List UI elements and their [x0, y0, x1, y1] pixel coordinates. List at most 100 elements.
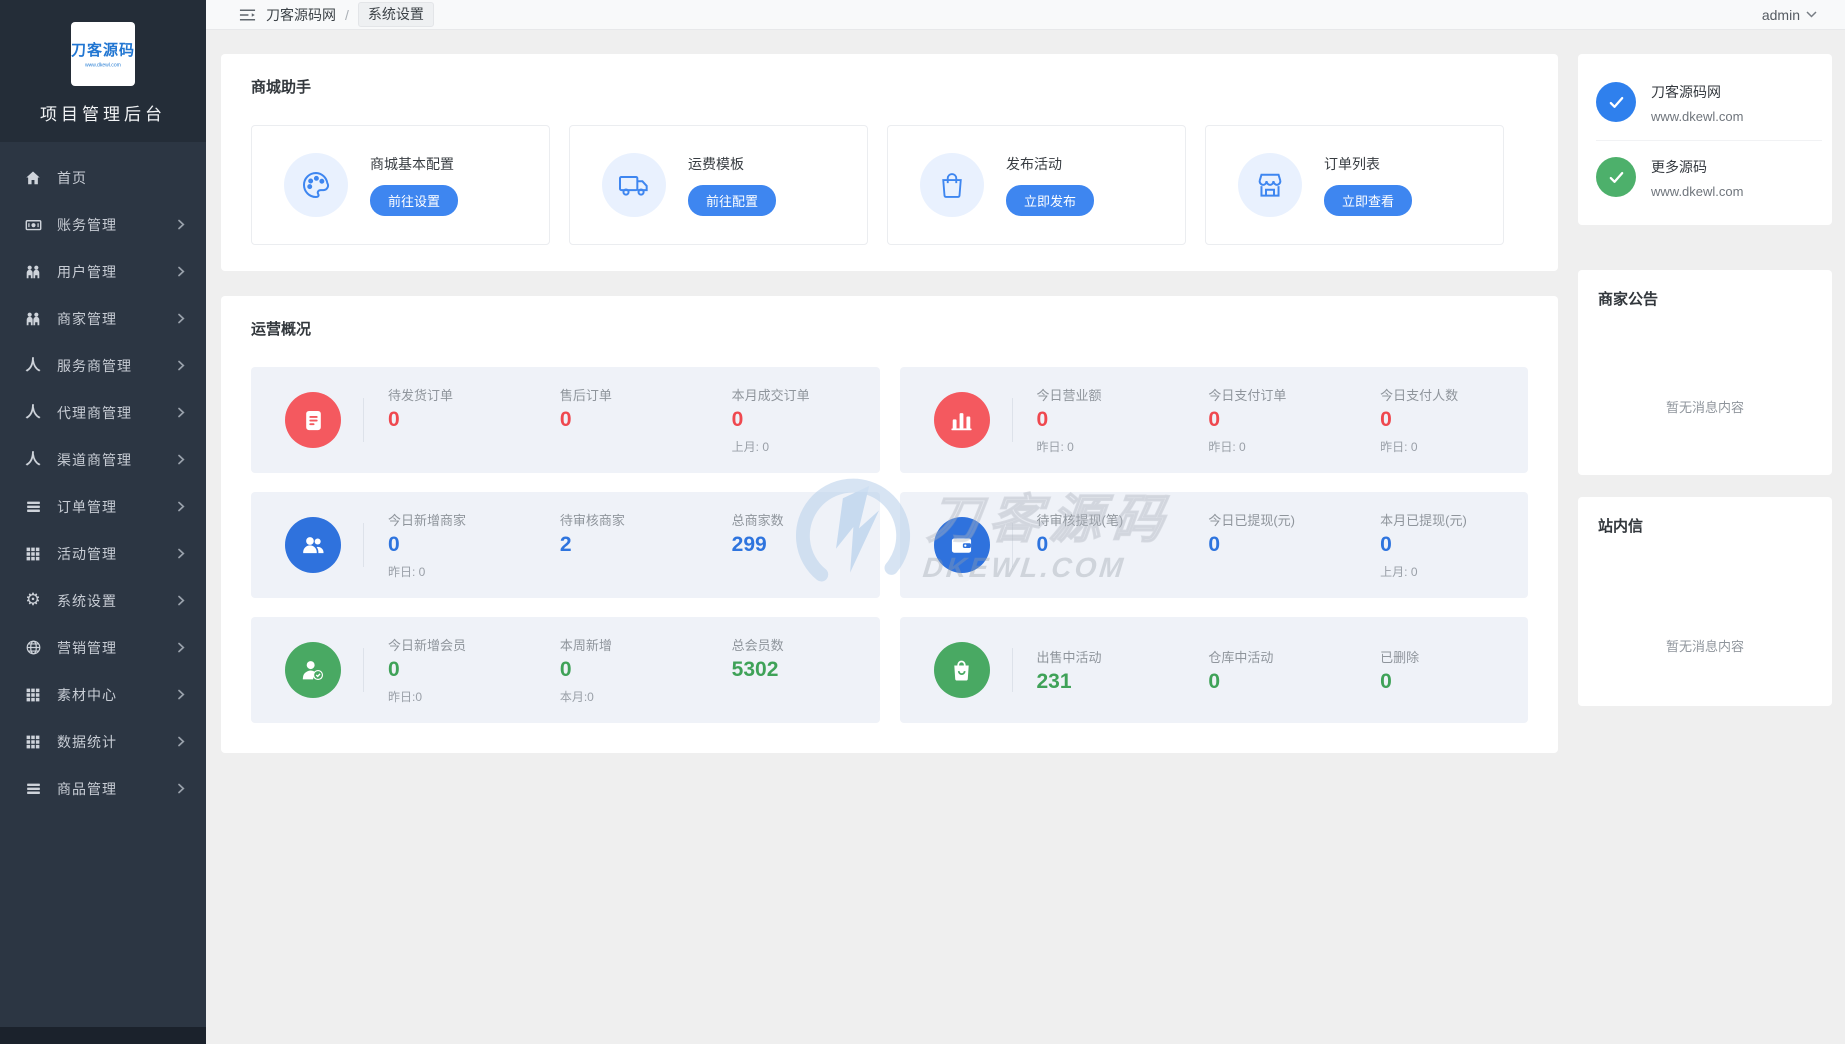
stat-activity-stats: 已删除 0 [1356, 647, 1528, 694]
stat-sub-label: 昨日: 0 [388, 565, 426, 579]
main-column: 商城助手 商城基本配置 前往设置 运费模板 前往配置 发布活动 立即发布 订单列… [221, 54, 1558, 1044]
helper-item-publish-activity: 发布活动 立即发布 [887, 125, 1186, 245]
sidebar-item-label: 订单管理 [57, 498, 117, 515]
sidebar-item-users[interactable]: 用户管理 [0, 248, 206, 295]
stat-value: 0 [388, 658, 400, 681]
doc-icon [285, 392, 341, 448]
collapse-menu-icon[interactable] [239, 8, 256, 22]
stat-value: 2 [559, 533, 572, 556]
quick-link-info: 刀客源码网 www.dkewl.com [1651, 82, 1743, 124]
stat-value: 0 [731, 408, 744, 431]
helper-button-shop-config[interactable]: 前往设置 [370, 185, 459, 216]
list-icon [22, 498, 44, 515]
stat-label: 本月已提现(元) [1380, 513, 1467, 528]
sidebar-item-system-settings[interactable]: ⚙ 系统设置 [0, 577, 206, 624]
stat-merchant-stats: 今日新增商家 0 昨日: 0 [364, 510, 536, 580]
sidebar-item-marketing[interactable]: 营销管理 [0, 624, 206, 671]
sidebar-item-finance[interactable]: 账务管理 [0, 201, 206, 248]
wallet-icon [933, 517, 990, 573]
store-icon [1238, 153, 1302, 217]
stat-activity-stats: 仓库中活动 0 [1184, 647, 1356, 694]
sidebar-item-merchants[interactable]: 商家管理 [0, 295, 206, 342]
stat-sub-label: 上月: 0 [731, 440, 769, 454]
helper-item-body: 发布活动 立即发布 [1006, 154, 1095, 216]
quick-link-more-source[interactable]: 更多源码 www.dkewl.com [1596, 140, 1822, 215]
quick-link-title: 刀客源码网 [1651, 84, 1721, 100]
sidebar-item-statistics[interactable]: 数据统计 [0, 718, 206, 765]
sidebar-item-materials[interactable]: 素材中心 [0, 671, 206, 718]
sidebar-item-home[interactable]: 首页 [0, 154, 206, 201]
helper-item-body: 商城基本配置 前往设置 [370, 154, 459, 216]
sidebar-item-channel-providers[interactable]: 人 渠道商管理 [0, 436, 206, 483]
stat-label: 待发货订单 [388, 388, 454, 403]
sidebar-item-service-providers[interactable]: 人 服务商管理 [0, 342, 206, 389]
stat-label: 今日营业额 [1036, 388, 1102, 403]
stat-value: 0 [1380, 533, 1392, 556]
helper-item-label: 商城基本配置 [370, 156, 454, 172]
stat-member-stats: 本周新增 0 本月:0 [536, 635, 708, 705]
site-mail-empty: 暂无消息内容 [1665, 639, 1744, 654]
stat-withdraw-stats: 待审核提现(笔) 0 [1013, 510, 1185, 580]
helper-button-freight-template[interactable]: 前往配置 [688, 185, 777, 216]
chevron-right-icon [176, 360, 186, 371]
helper-button-publish-activity[interactable]: 立即发布 [1006, 185, 1095, 216]
stat-merchant-stats: 总商家数 299 [708, 510, 880, 580]
user-name: admin [1761, 6, 1800, 23]
chevron-right-icon [176, 219, 186, 230]
sidebar-item-activities[interactable]: 活动管理 [0, 530, 206, 577]
chevron-right-icon [176, 736, 186, 747]
chevron-right-icon [176, 407, 186, 418]
stat-withdraw-stats: 今日已提现(元) 0 [1184, 510, 1356, 580]
quick-links-card: 刀客源码网 www.dkewl.com 更多源码 www.dkewl.com [1578, 54, 1832, 225]
merchant-notice-card: 商家公告 暂无消息内容 [1578, 270, 1832, 475]
chevron-right-icon [176, 548, 186, 559]
sidebar-menu: 首页 账务管理 用户管理 商家管理 人 服务商管理 人 代理商管理 人 渠道商管… [0, 142, 206, 1027]
stat-pending-orders: 本月成交订单 0 上月: 0 [708, 385, 880, 455]
list-icon [22, 780, 44, 797]
stat-member-stats: 今日新增会员 0 昨日:0 [364, 635, 536, 705]
quick-link-info: 更多源码 www.dkewl.com [1651, 157, 1743, 199]
helper-item-label: 订单列表 [1324, 156, 1380, 172]
stat-value: 299 [731, 533, 767, 556]
sidebar-item-goods[interactable]: 商品管理 [0, 765, 206, 812]
banknote-icon [22, 216, 44, 234]
stat-label: 待审核商家 [559, 513, 625, 528]
shop-helper-row: 商城基本配置 前往设置 运费模板 前往配置 发布活动 立即发布 订单列表 立即查… [251, 125, 1528, 245]
home-icon [22, 169, 44, 187]
chevron-down-icon [1806, 11, 1817, 18]
sidebar-item-orders[interactable]: 订单管理 [0, 483, 206, 530]
stat-merchant-stats: 待审核商家 2 [536, 510, 708, 580]
stat-label: 售后订单 [559, 388, 612, 403]
bag-white-icon [933, 642, 990, 698]
breadcrumb-root[interactable]: 刀客源码网 [266, 5, 336, 25]
main-area: 刀客源码网 / 系统设置 admin 商城助手 商城基本配置 前往设置 运费模板… [206, 0, 1845, 1044]
stat-today-revenue: 今日营业额 0 昨日: 0 [1013, 385, 1185, 455]
helper-item-order-list: 订单列表 立即查看 [1205, 125, 1504, 245]
grid-icon [22, 546, 44, 562]
sidebar-item-label: 活动管理 [57, 545, 117, 562]
palette-icon [284, 153, 348, 217]
stat-today-revenue: 今日支付人数 0 昨日: 0 [1356, 385, 1528, 455]
globe-icon [22, 639, 44, 656]
helper-button-order-list[interactable]: 立即查看 [1324, 185, 1413, 216]
stat-value: 0 [1380, 669, 1392, 693]
sidebar-footer [0, 1027, 206, 1044]
stat-value: 0 [388, 408, 400, 431]
users-icon [22, 263, 44, 281]
stat-label: 总商家数 [731, 513, 784, 528]
stat-value: 0 [1380, 408, 1392, 431]
users-icon [22, 310, 44, 328]
gear-icon: ⚙ [25, 590, 41, 610]
user-menu[interactable]: admin [1762, 7, 1817, 23]
sidebar-item-agents[interactable]: 人 代理商管理 [0, 389, 206, 436]
chevron-right-icon [176, 689, 186, 700]
quick-link-title: 更多源码 [1651, 159, 1707, 175]
sidebar-item-label: 系统设置 [57, 592, 117, 609]
site-mail-title: 站内信 [1598, 518, 1644, 535]
person-icon: 人 [25, 404, 41, 421]
overview-panel-pending-orders: 待发货订单 0 售后订单 0 本月成交订单 0 上月: 0 [251, 367, 880, 473]
stat-today-revenue: 今日支付订单 0 昨日: 0 [1184, 385, 1356, 455]
quick-link-main-site[interactable]: 刀客源码网 www.dkewl.com [1596, 72, 1822, 140]
breadcrumb-current[interactable]: 系统设置 [357, 2, 434, 27]
content: 商城助手 商城基本配置 前往设置 运费模板 前往配置 发布活动 立即发布 订单列… [206, 30, 1845, 1044]
